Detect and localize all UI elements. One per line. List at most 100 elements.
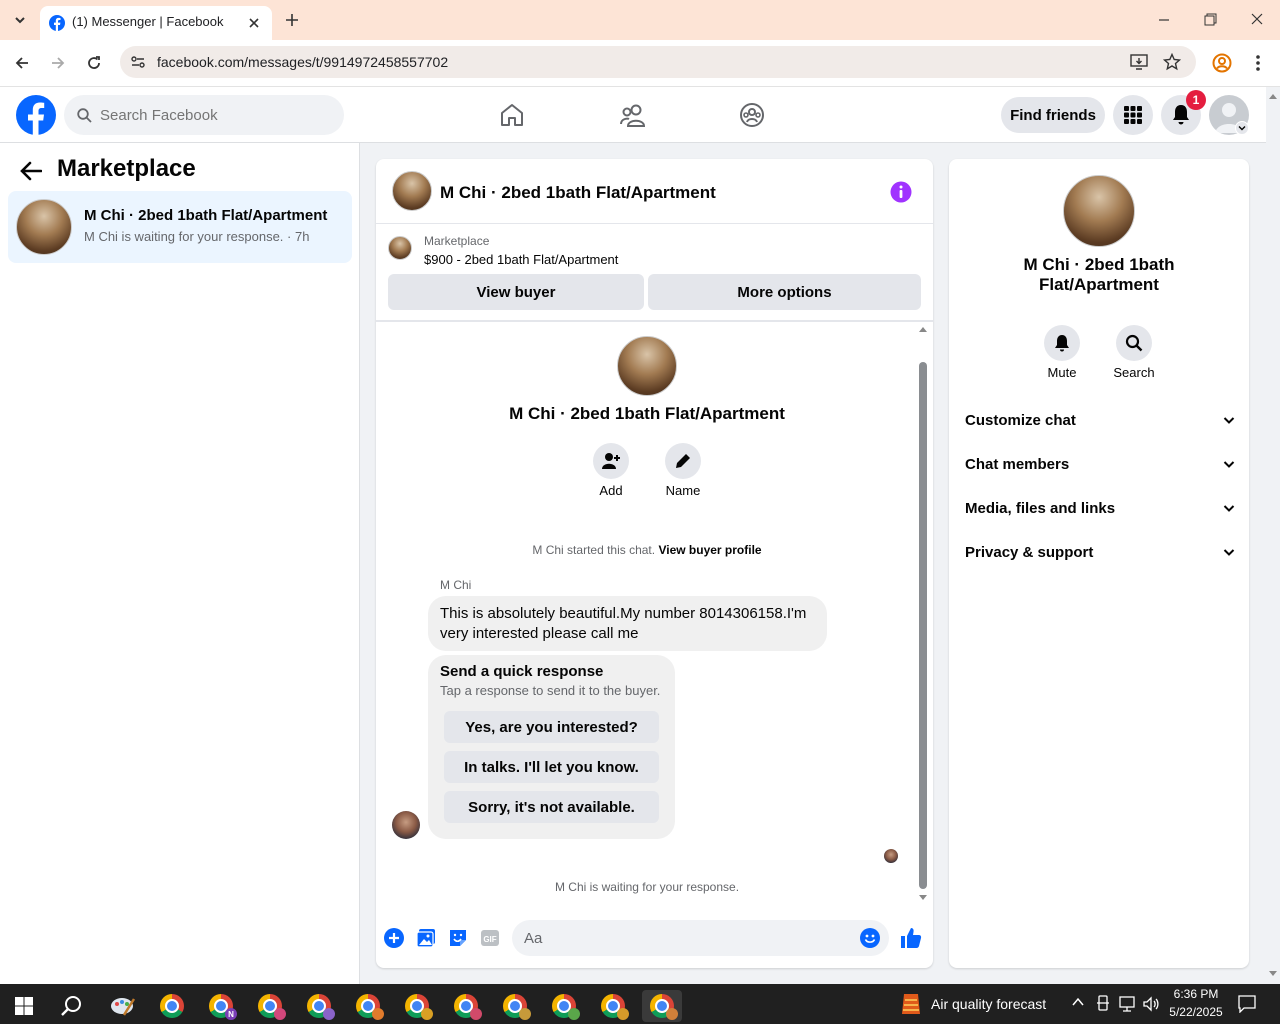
install-app-icon[interactable] [1130, 54, 1148, 70]
photo-icon[interactable] [416, 928, 436, 948]
rename-button[interactable] [665, 443, 701, 479]
taskbar-app-chrome-profile-9[interactable] [593, 990, 633, 1022]
chat-panel: M Chi · 2bed 1bath Flat/Apartment Market… [376, 159, 933, 968]
friends-icon[interactable] [619, 102, 647, 128]
chat-header-title[interactable]: M Chi · 2bed 1bath Flat/Apartment [440, 183, 716, 203]
scroll-up-icon[interactable] [918, 325, 928, 333]
tray-expand-icon[interactable] [1072, 997, 1084, 1007]
network-icon[interactable] [1118, 995, 1136, 1013]
search-icon [77, 108, 92, 123]
device-icon[interactable] [1096, 995, 1110, 1013]
chat-scrollbar-thumb[interactable] [919, 362, 927, 889]
profile-badge-icon [568, 1008, 580, 1020]
minimize-icon[interactable] [1158, 14, 1170, 26]
chevron-down-icon [15, 17, 25, 24]
privacy-support-row[interactable]: Privacy & support [965, 530, 1235, 574]
emoji-icon[interactable] [860, 928, 880, 948]
start-button[interactable] [4, 990, 44, 1022]
media-files-links-row[interactable]: Media, files and links [965, 486, 1235, 530]
quick-response-sorry[interactable]: Sorry, it's not available. [444, 791, 659, 823]
groups-icon[interactable] [739, 102, 765, 128]
site-settings-icon[interactable] [130, 54, 146, 70]
view-buyer-button[interactable]: View buyer [388, 274, 644, 310]
omnibox[interactable]: facebook.com/messages/t/9914972458557702 [120, 46, 1196, 78]
taskbar-app-chrome-profile-8[interactable] [544, 990, 584, 1022]
page-scroll-up-icon[interactable] [1268, 92, 1278, 100]
new-tab-icon[interactable] [285, 13, 299, 27]
back-icon[interactable] [14, 55, 30, 71]
gif-icon[interactable]: GIF [480, 928, 500, 948]
customize-chat-row[interactable]: Customize chat [965, 398, 1235, 442]
chat-header-avatar[interactable] [392, 171, 432, 211]
menu-button[interactable] [1113, 95, 1153, 135]
mute-button[interactable] [1044, 325, 1080, 361]
clock-date[interactable]: 5/22/2025 [1164, 1005, 1228, 1019]
taskbar-app-chrome-profile-1[interactable]: N [201, 990, 241, 1022]
taskbar-app-chrome-profile-3[interactable] [299, 990, 339, 1022]
windows-logo-icon [15, 997, 33, 1015]
listing-title[interactable]: $900 - 2bed 1bath Flat/Apartment [424, 252, 618, 267]
close-tab-icon[interactable] [248, 17, 260, 29]
facebook-logo-icon[interactable] [16, 95, 56, 135]
taskbar-app-chrome-profile-6[interactable] [446, 990, 486, 1022]
search-input[interactable] [100, 95, 330, 135]
taskbar-app-chrome[interactable] [152, 990, 192, 1022]
page-scroll-down-icon[interactable] [1268, 970, 1278, 978]
taskbar-app-chrome-profile-2[interactable] [250, 990, 290, 1022]
sender-name: M Chi [440, 578, 472, 592]
clock-time[interactable]: 6:36 PM [1164, 987, 1228, 1001]
info-avatar[interactable] [1063, 175, 1135, 247]
taskbar-app-paint[interactable] [103, 990, 143, 1022]
quick-response-in-talks[interactable]: In talks. I'll let you know. [444, 751, 659, 783]
more-options-button[interactable]: More options [648, 274, 921, 310]
notification-center-icon[interactable] [1238, 995, 1256, 1013]
close-window-icon[interactable] [1251, 13, 1263, 25]
bookmark-star-icon[interactable] [1163, 53, 1181, 71]
home-icon[interactable] [499, 102, 525, 128]
tab-messenger[interactable]: (1) Messenger | Facebook [40, 6, 272, 40]
account-dropdown[interactable] [1235, 121, 1249, 135]
find-friends-button[interactable]: Find friends [1001, 97, 1105, 133]
chat-members-row[interactable]: Chat members [965, 442, 1235, 486]
conversation-preview: M Chi is waiting for your response. · 7h [84, 229, 310, 244]
facebook-favicon-icon [49, 15, 65, 31]
svg-text:GIF: GIF [483, 935, 496, 944]
quick-response-yes[interactable]: Yes, are you interested? [444, 711, 659, 743]
chat-started-notice: M Chi started this chat. View buyer prof… [376, 543, 918, 557]
search-conversation-button[interactable] [1116, 325, 1152, 361]
info-icon[interactable] [890, 181, 912, 203]
facebook-search[interactable] [64, 95, 344, 135]
media-files-links-label: Media, files and links [965, 499, 1116, 517]
thumbs-up-icon[interactable] [899, 926, 923, 950]
message-bubble[interactable]: This is absolutely beautiful.My number 8… [428, 596, 827, 651]
taskbar-app-chrome-active[interactable] [642, 990, 682, 1022]
kebab-menu-icon[interactable] [1255, 54, 1261, 72]
volume-icon[interactable] [1142, 995, 1160, 1013]
search-label: Search [1113, 365, 1155, 380]
forward-icon[interactable] [50, 55, 66, 71]
conversation-item[interactable]: M Chi · 2bed 1bath Flat/Apartment M Chi … [8, 191, 352, 263]
weather-text[interactable]: Air quality forecast [931, 996, 1046, 1012]
taskbar-search-button[interactable] [52, 990, 92, 1022]
windows-taskbar: N Air quality forecast 6:36 PM 5/22/2025 [0, 984, 1280, 1024]
sender-avatar[interactable] [392, 811, 420, 839]
profile-icon[interactable] [1212, 53, 1232, 73]
air-quality-icon[interactable] [900, 992, 922, 1016]
tab-search-button[interactable] [8, 8, 32, 32]
message-composer[interactable]: Aa [512, 920, 889, 956]
profile-badge-icon [372, 1008, 384, 1020]
reload-icon[interactable] [86, 55, 102, 71]
sticker-icon[interactable] [448, 928, 468, 948]
profile-badge-icon [470, 1008, 482, 1020]
back-arrow-icon[interactable] [20, 161, 42, 181]
plus-icon[interactable] [384, 928, 404, 948]
scroll-down-icon[interactable] [918, 894, 928, 902]
taskbar-app-chrome-profile-7[interactable] [495, 990, 535, 1022]
taskbar-app-chrome-profile-4[interactable] [348, 990, 388, 1022]
facebook-header: Find friends 1 [0, 87, 1266, 143]
add-people-button[interactable] [593, 443, 629, 479]
taskbar-app-chrome-profile-5[interactable] [397, 990, 437, 1022]
view-buyer-profile-link[interactable]: View buyer profile [658, 543, 761, 557]
restore-icon[interactable] [1204, 13, 1217, 26]
profile-badge-icon [617, 1008, 629, 1020]
